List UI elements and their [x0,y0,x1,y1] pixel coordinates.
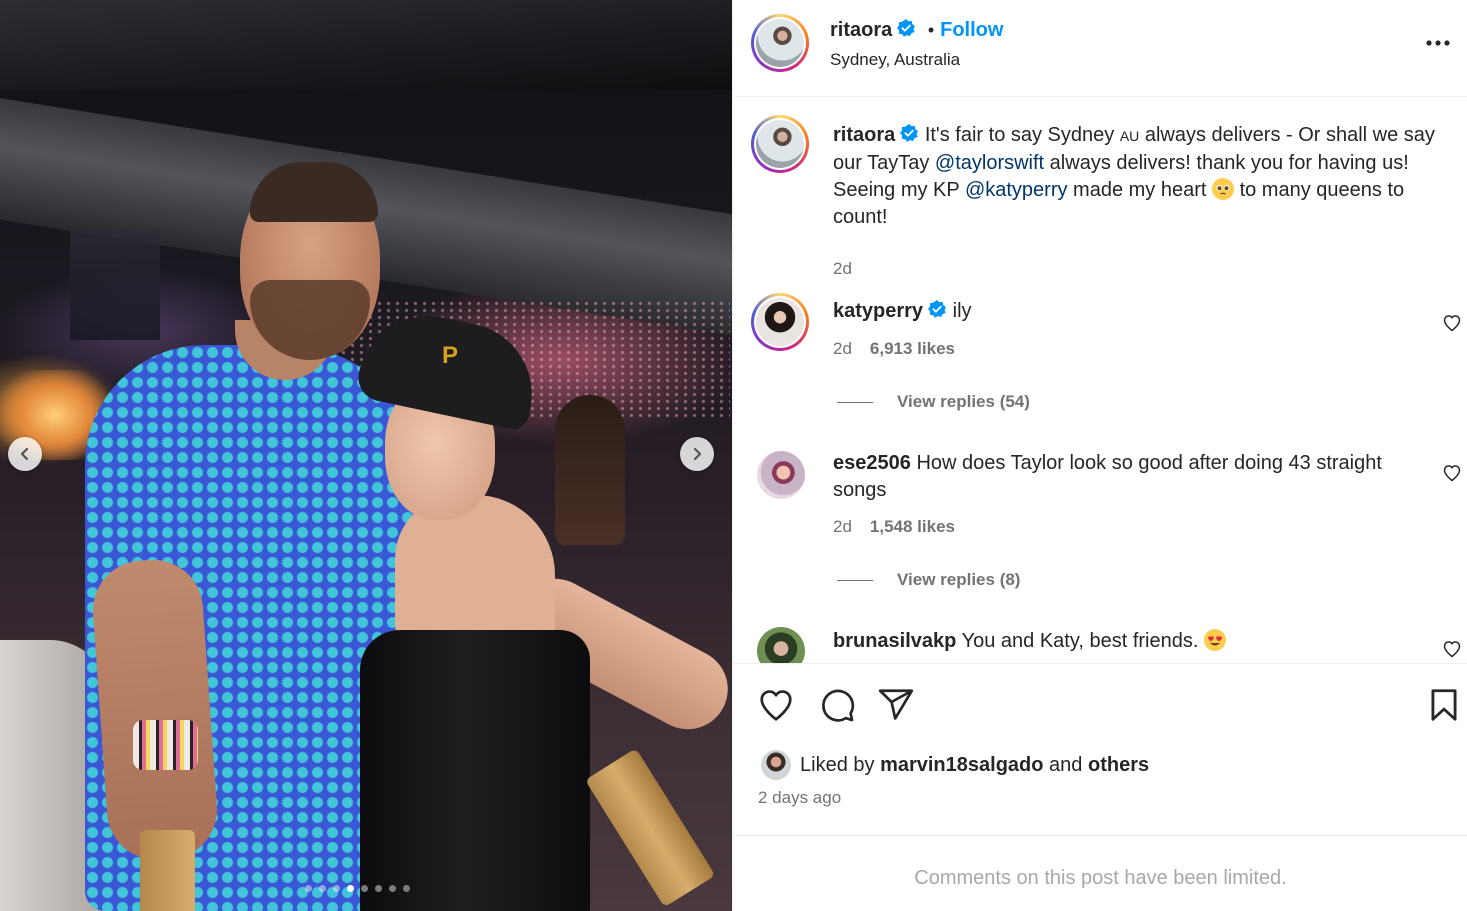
tent-roof [0,0,732,90]
woman-dress [360,630,590,911]
comment-like-heart-icon[interactable] [1442,639,1462,659]
caption-username[interactable]: ritaora [833,124,895,146]
liked-by-others-link[interactable]: others [1088,754,1149,777]
cap-logo: P [441,342,458,369]
comment-text: brunasilvakp You and Katy, best friends. [833,628,1433,655]
comment-meta: 2d 6,913 likes [833,339,955,358]
chevron-left-icon [20,447,29,461]
mention-taylorswift[interactable]: @taylorswift [935,152,1044,174]
comment-likes-count[interactable]: 1,548 likes [870,517,955,536]
comment-username[interactable]: brunasilvakp [833,630,956,652]
like-heart-icon[interactable] [757,686,795,724]
comment-like-heart-icon[interactable] [1442,313,1462,333]
commenter-avatar[interactable] [757,451,805,499]
share-send-icon[interactable] [877,686,915,724]
verified-badge-icon [897,19,916,37]
post-location[interactable]: Sydney, Australia [830,50,960,70]
post-media[interactable]: P [0,0,732,911]
comment-like-heart-icon[interactable] [1442,463,1462,483]
carousel-next-button[interactable] [680,437,714,471]
follow-button[interactable]: Follow [940,19,1003,41]
author-avatar[interactable] [751,14,809,72]
author-username[interactable]: ritaora [830,19,892,41]
liker-username[interactable]: marvin18salgado [880,754,1043,777]
wooden-railing [585,748,716,908]
caption-text: ritaora It's fair to say Sydney AU alway… [833,124,1435,228]
liker-avatar[interactable] [761,750,791,780]
carousel-dot [347,885,354,892]
comments-limited-notice: Comments on this post have been limited. [733,835,1467,911]
carousel-dots [305,885,410,892]
liked-by: Liked by marvin18salgado and others [761,750,1149,780]
verified-badge-icon [900,124,919,142]
wristbands [133,720,198,770]
commenter-avatar[interactable] [751,293,809,351]
commenter-avatar[interactable] [757,627,805,663]
city-building [70,230,160,340]
carousel-dot [361,885,368,892]
carousel-dot [305,885,312,892]
carousel-dot [403,885,410,892]
header-separator: • [927,20,935,40]
australia-flag-text: AU [1119,128,1140,144]
carousel-dot [333,885,340,892]
post-actions: Liked by marvin18salgado and others 2 da… [733,663,1467,835]
author-name-row: ritaora • Follow [830,18,1003,42]
post-header: ritaora • Follow Sydney, Australia [733,0,1467,97]
carousel-prev-button[interactable] [8,437,42,471]
wooden-railing-left [140,830,195,911]
comments-list[interactable]: ritaora It's fair to say Sydney AU alway… [733,97,1467,663]
pleading-face-emoji-icon [1212,178,1235,200]
caption-time: 2d [833,259,852,278]
comment-likes-count[interactable]: 6,913 likes [870,339,955,358]
chevron-right-icon [693,447,702,461]
background-person [555,395,625,545]
more-options-icon[interactable] [1425,30,1451,56]
carousel-dot [319,885,326,892]
comment-meta: 2d 1,548 likes [833,517,955,536]
man-arm [89,556,221,864]
mention-katyperry[interactable]: @katyperry [965,179,1068,201]
comment-text: ese2506 How does Taylor look so good aft… [833,452,1382,501]
comment-username[interactable]: katyperry [833,300,923,322]
heart-eyes-emoji-icon [1203,629,1226,651]
verified-badge-icon [928,300,947,318]
comment-username[interactable]: ese2506 [833,452,911,474]
post-detail-panel: ritaora • Follow Sydney, Australia ritaor… [732,0,1467,911]
carousel-dot [375,885,382,892]
save-bookmark-icon[interactable] [1425,686,1463,724]
caption-avatar[interactable] [751,115,809,173]
comment-text: katyperry ily [833,300,972,322]
comment-bubble-icon[interactable] [818,686,856,724]
view-replies-button[interactable]: View replies (8) [837,570,1020,590]
carousel-dot [389,885,396,892]
view-replies-button[interactable]: View replies (54) [837,392,1030,412]
post-date[interactable]: 2 days ago [758,788,841,808]
